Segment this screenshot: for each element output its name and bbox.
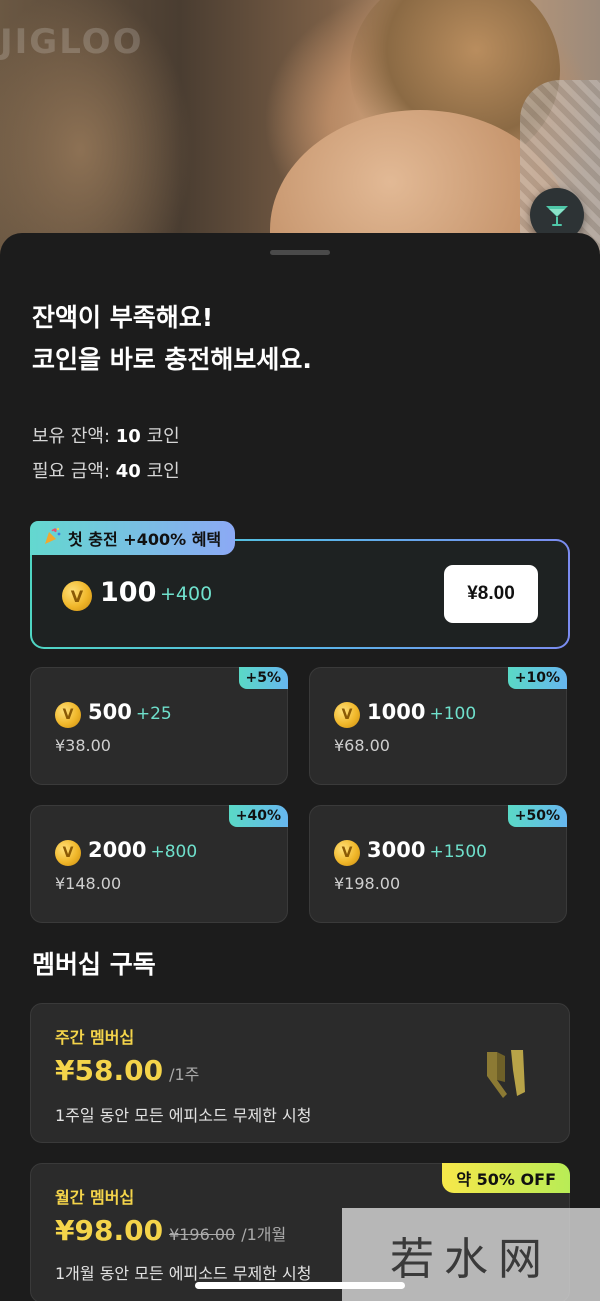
membership-period: /1개월 bbox=[241, 1225, 287, 1244]
headline-line-2: 코인을 바로 충전해보세요. bbox=[32, 345, 312, 374]
coin-icon: V bbox=[334, 840, 360, 866]
package-amount: 3000 bbox=[367, 838, 426, 862]
weekly-membership-card[interactable]: 주간 멤버십 ¥58.00 /1주 1주일 동안 모든 에피소드 무제한 시청 bbox=[30, 1003, 570, 1143]
package-amount: 2000 bbox=[88, 838, 147, 862]
package-amount: 1000 bbox=[367, 700, 426, 724]
v-logo-icon bbox=[487, 1050, 525, 1098]
package-bonus: +800 bbox=[150, 842, 198, 862]
bonus-badge: +10% bbox=[507, 667, 567, 689]
bonus-badge: +40% bbox=[228, 805, 288, 827]
membership-price: ¥98.00 bbox=[55, 1214, 164, 1247]
featured-coin-amount: 100 bbox=[100, 577, 157, 608]
package-bonus: +100 bbox=[429, 704, 477, 724]
package-bonus: +1500 bbox=[429, 842, 487, 862]
coin-package-2000[interactable]: +40% V 2000 +800 ¥148.00 bbox=[30, 805, 288, 923]
current-balance: 보유 잔액: 10 코인 bbox=[32, 419, 180, 454]
membership-description: 1개월 동안 모든 에피소드 무제한 시청 bbox=[55, 1264, 312, 1283]
coin-package-3000[interactable]: +50% V 3000 +1500 ¥198.00 bbox=[309, 805, 567, 923]
package-amount: 500 bbox=[88, 700, 132, 724]
recharge-sheet: 잔액이 부족해요! 코인을 바로 충전해보세요. 보유 잔액: 10 코인 필요… bbox=[0, 233, 600, 1301]
current-balance-value: 10 bbox=[115, 426, 141, 447]
required-amount: 필요 금액: 40 코인 bbox=[32, 454, 180, 489]
coin-icon: V bbox=[334, 702, 360, 728]
sheet-headline: 잔액이 부족해요! 코인을 바로 충전해보세요. bbox=[32, 297, 312, 381]
membership-period: /1주 bbox=[169, 1065, 200, 1084]
coin-icon: V bbox=[55, 840, 81, 866]
party-popper-icon bbox=[42, 526, 62, 550]
coin-icon: V bbox=[55, 702, 81, 728]
package-price: ¥198.00 bbox=[334, 874, 401, 893]
package-price: ¥148.00 bbox=[55, 874, 122, 893]
promo-tag-text: 첫 충전 +400% 혜택 bbox=[68, 530, 222, 549]
membership-name: 월간 멤버십 bbox=[55, 1188, 135, 1207]
membership-section-title: 멤버십 구독 bbox=[32, 950, 156, 979]
package-amount-row: 500 +25 bbox=[88, 700, 172, 724]
membership-name: 주간 멤버십 bbox=[55, 1028, 135, 1047]
package-amount-row: 3000 +1500 bbox=[367, 838, 487, 862]
bonus-badge: +5% bbox=[238, 667, 288, 689]
required-amount-unit: 코인 bbox=[146, 461, 180, 482]
package-amount-row: 1000 +100 bbox=[367, 700, 476, 724]
featured-package-card[interactable]: V 100 +400 ¥8.00 bbox=[30, 539, 570, 649]
featured-package-body: V 100 +400 ¥8.00 bbox=[32, 541, 568, 647]
membership-original-price: ¥196.00 bbox=[169, 1225, 236, 1244]
coin-package-500[interactable]: +5% V 500 +25 ¥38.00 bbox=[30, 667, 288, 785]
current-balance-unit: 코인 bbox=[146, 426, 180, 447]
home-indicator[interactable] bbox=[195, 1282, 405, 1289]
package-price: ¥38.00 bbox=[55, 736, 111, 755]
required-amount-value: 40 bbox=[115, 461, 141, 482]
required-amount-label: 필요 금액: bbox=[32, 461, 111, 482]
featured-price-button[interactable]: ¥8.00 bbox=[444, 565, 538, 623]
current-balance-label: 보유 잔액: bbox=[32, 426, 111, 447]
balance-info: 보유 잔액: 10 코인 필요 금액: 40 코인 bbox=[32, 419, 180, 489]
first-charge-promo-tag: 첫 충전 +400% 혜택 bbox=[30, 521, 236, 555]
package-bonus: +25 bbox=[135, 704, 172, 724]
package-price: ¥68.00 bbox=[334, 736, 390, 755]
discount-badge: 약 50% OFF bbox=[442, 1163, 570, 1193]
membership-price: ¥58.00 bbox=[55, 1054, 164, 1087]
bonus-badge: +50% bbox=[507, 805, 567, 827]
brand-watermark: JIGLOO bbox=[0, 22, 144, 62]
membership-price-row: ¥98.00 ¥196.00 /1개월 bbox=[55, 1214, 286, 1247]
headline-line-1: 잔액이 부족해요! bbox=[32, 303, 214, 332]
membership-description: 1주일 동안 모든 에피소드 무제한 시청 bbox=[55, 1106, 312, 1125]
sheet-grabber[interactable] bbox=[270, 250, 330, 255]
coin-package-1000[interactable]: +10% V 1000 +100 ¥68.00 bbox=[309, 667, 567, 785]
coin-icon: V bbox=[62, 581, 92, 611]
featured-coin-bonus: +400 bbox=[160, 583, 213, 605]
package-amount-row: 2000 +800 bbox=[88, 838, 197, 862]
membership-price-row: ¥58.00 /1주 bbox=[55, 1054, 199, 1087]
